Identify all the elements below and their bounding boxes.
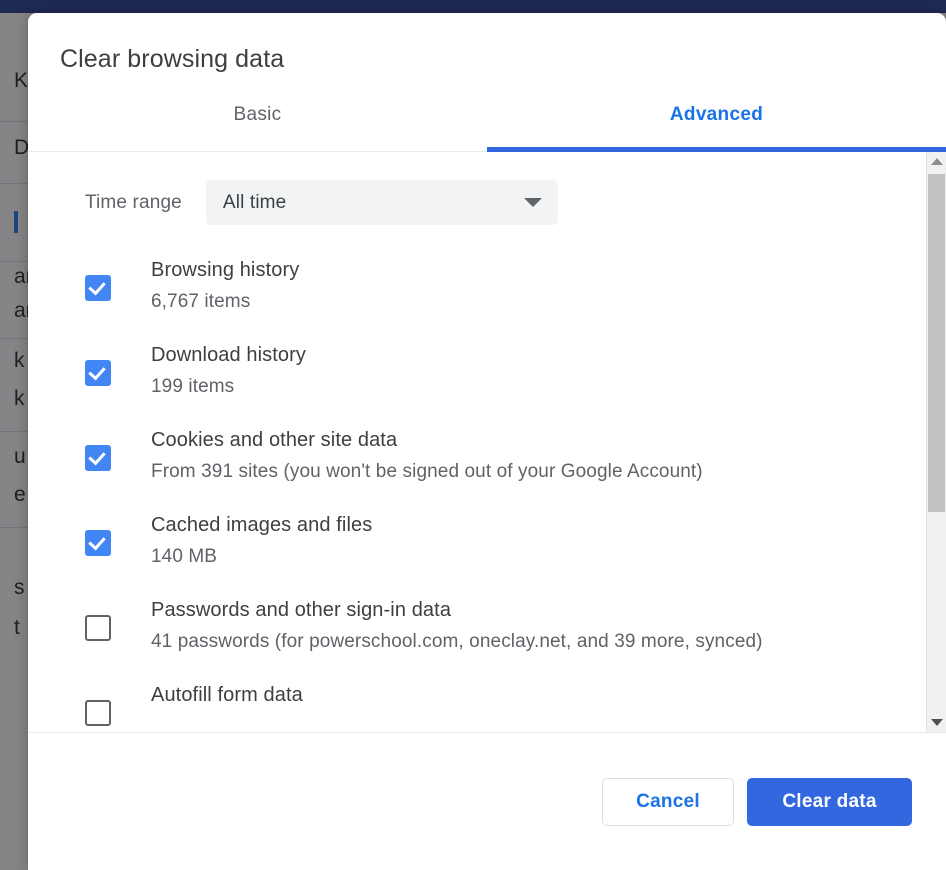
dialog-body: Time range All time Browsing history 6,7 [28, 152, 946, 733]
check-icon [88, 362, 106, 381]
list-item-text: Passwords and other sign-in data 41 pass… [151, 595, 763, 657]
list-item-title: Passwords and other sign-in data [151, 599, 452, 621]
time-range-label: Time range [85, 191, 182, 213]
scroll-up-button[interactable] [927, 152, 946, 171]
check-icon [88, 277, 106, 296]
list-item-subtitle: 41 passwords (for powerschool.com, onecl… [151, 631, 763, 652]
screen-root: K D ar ar k k u e s t Clear browsing dat… [0, 0, 946, 870]
cancel-button[interactable]: Cancel [602, 777, 734, 826]
list-item-subtitle: 199 items [151, 376, 235, 397]
checkbox-download-history[interactable] [85, 360, 111, 386]
list-item-autofill[interactable]: Autofill form data [28, 680, 926, 726]
list-item-title: Download history [151, 344, 307, 366]
scroll-down-button[interactable] [927, 713, 946, 732]
list-item-download-history[interactable]: Download history 199 items [28, 340, 926, 402]
list-item-text: Cached images and files 140 MB [151, 510, 372, 572]
list-item-text: Cookies and other site data From 391 sit… [151, 425, 703, 487]
list-item-title: Cookies and other site data [151, 429, 398, 451]
time-range-select[interactable]: All time [205, 180, 558, 225]
clear-data-button[interactable]: Clear data [747, 777, 912, 826]
triangle-down-icon [930, 719, 943, 726]
list-item-passwords[interactable]: Passwords and other sign-in data 41 pass… [28, 595, 926, 657]
scrollbar-thumb[interactable] [928, 174, 945, 512]
checkbox-browsing-history[interactable] [85, 275, 111, 301]
dialog-footer: Cancel Clear data [28, 733, 946, 870]
list-item-title: Autofill form data [151, 684, 303, 706]
time-range-row: Time range All time [28, 152, 926, 225]
checkbox-cookies[interactable] [85, 445, 111, 471]
list-item-title: Browsing history [151, 259, 300, 281]
checkbox-passwords[interactable] [85, 615, 111, 641]
list-item-text: Download history 199 items [151, 340, 306, 402]
check-icon [88, 447, 106, 466]
list-item-browsing-history[interactable]: Browsing history 6,767 items [28, 255, 926, 317]
list-item-title: Cached images and files [151, 514, 373, 536]
list-item-subtitle: 140 MB [151, 546, 218, 567]
tab-basic[interactable]: Basic [28, 101, 487, 152]
data-type-list: Browsing history 6,767 items Download hi… [28, 225, 926, 726]
clear-browsing-data-dialog: Clear browsing data Basic Advanced Time … [28, 13, 946, 870]
tab-bar: Basic Advanced [28, 101, 946, 152]
checkbox-cached-images[interactable] [85, 530, 111, 556]
triangle-up-icon [930, 158, 943, 165]
check-icon [88, 532, 106, 551]
time-range-value: All time [222, 191, 287, 213]
list-item-text: Autofill form data [151, 680, 303, 710]
list-item-text: Browsing history 6,767 items [151, 255, 299, 317]
dialog-title: Clear browsing data [60, 45, 285, 73]
vertical-scrollbar[interactable] [926, 152, 946, 732]
settings-scroll-content: Time range All time Browsing history 6,7 [28, 152, 926, 732]
browser-title-band [0, 0, 946, 13]
tab-advanced[interactable]: Advanced [487, 101, 946, 152]
list-item-cookies[interactable]: Cookies and other site data From 391 sit… [28, 425, 926, 487]
list-item-subtitle: 6,767 items [151, 291, 251, 312]
list-item-subtitle: From 391 sites (you won't be signed out … [151, 461, 703, 482]
checkbox-autofill[interactable] [85, 700, 111, 726]
chevron-down-icon [523, 198, 542, 207]
list-item-cached-images[interactable]: Cached images and files 140 MB [28, 510, 926, 572]
